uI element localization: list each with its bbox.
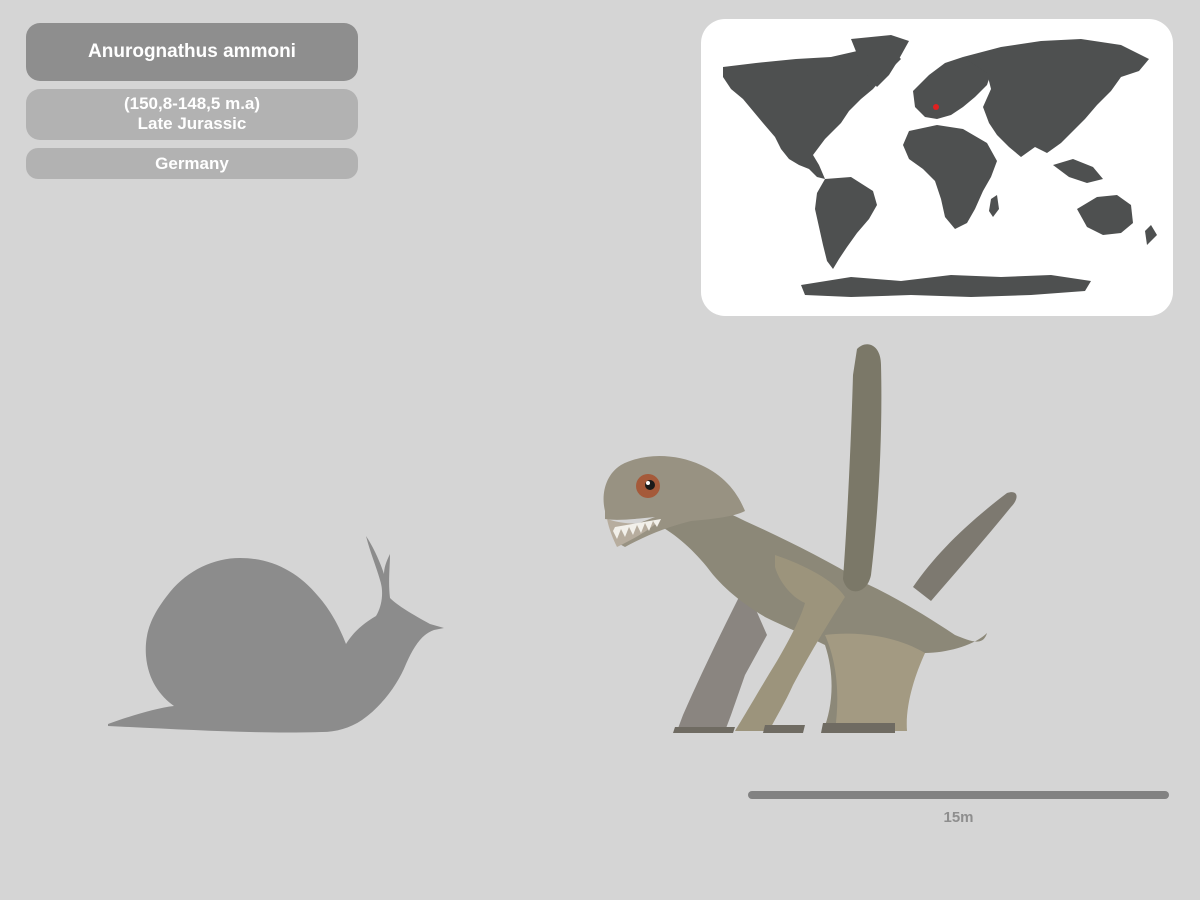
madagascar-shape: [989, 195, 999, 217]
australia-shape: [1077, 195, 1133, 235]
eye-highlight: [646, 481, 650, 485]
asia-shape: [963, 39, 1149, 157]
new-zealand-shape: [1145, 225, 1157, 245]
south-america-shape: [815, 177, 877, 269]
tail-spike: [913, 492, 1017, 601]
species-name: Anurognathus ammoni: [26, 23, 358, 81]
southeast-asia-islands-shape: [1053, 159, 1103, 183]
wing-spar: [843, 344, 882, 592]
body-patch: [825, 633, 925, 731]
landmasses: [723, 35, 1157, 297]
scale-label: 15m: [943, 809, 974, 826]
epoch-label: Late Jurassic: [137, 114, 247, 133]
animal-pupil: [645, 480, 655, 490]
pterosaur-illustration: [603, 344, 1017, 733]
antarctica-shape: [801, 275, 1091, 297]
world-map: [701, 19, 1173, 316]
scale-bar: [748, 791, 1169, 799]
time-period-box: (150,8-148,5 m.a) Late Jurassic: [26, 89, 358, 140]
location-label: Germany: [26, 148, 358, 179]
snail-silhouette-icon: [108, 536, 444, 733]
period-range: (150,8-148,5 m.a): [123, 94, 261, 113]
world-map-graphic: [723, 35, 1157, 297]
location-marker: [933, 104, 939, 110]
africa-shape: [903, 125, 997, 229]
